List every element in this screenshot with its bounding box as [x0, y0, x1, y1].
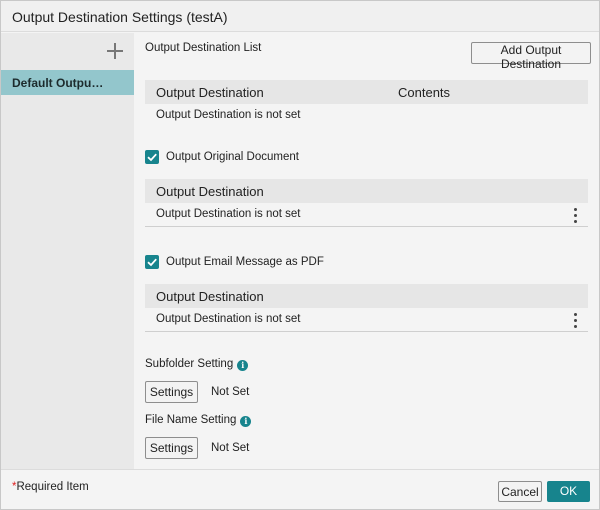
cancel-button[interactable]: Cancel — [498, 481, 542, 502]
output-email-pdf-checkbox[interactable] — [145, 255, 159, 269]
kebab-icon[interactable] — [572, 206, 580, 224]
subfolder-setting-label: Subfolder Setting — [145, 358, 234, 370]
sidebar-item-default-output[interactable]: Default Outpu… — [1, 70, 134, 95]
checkmark-icon — [147, 258, 157, 267]
settings-dialog: Output Destination Settings (testA) Defa… — [0, 0, 600, 510]
info-icon[interactable]: i — [240, 416, 252, 427]
output-destination-list-label: Output Destination List — [145, 42, 262, 54]
email-pdf-table-header: Output Destination — [145, 284, 588, 308]
required-item-note: *Required Item — [12, 481, 89, 493]
email-pdf-row-text: Output Destination is not set — [156, 313, 301, 325]
info-icon[interactable]: i — [237, 360, 249, 371]
file-name-setting-label: File Name Setting — [145, 414, 237, 426]
column-header-contents: Contents — [398, 85, 451, 100]
sidebar: Default Outpu… — [1, 33, 134, 469]
subfolder-settings-button[interactable]: Settings — [145, 381, 198, 403]
original-table-header: Output Destination — [145, 179, 588, 203]
list-table-header: Output Destination Contents — [145, 80, 588, 104]
kebab-icon[interactable] — [572, 311, 580, 329]
required-item-text: Required Item — [16, 481, 89, 493]
column-header-output-destination: Output Destination — [156, 184, 264, 199]
output-original-document-label: Output Original Document — [166, 151, 299, 163]
file-name-value: Not Set — [211, 442, 250, 454]
column-header-output-destination: Output Destination — [156, 289, 264, 304]
file-name-settings-button[interactable]: Settings — [145, 437, 198, 459]
column-header-output-destination: Output Destination — [156, 85, 264, 100]
title-bar: Output Destination Settings (testA) — [1, 1, 599, 32]
original-row-text: Output Destination is not set — [156, 208, 301, 220]
add-output-destination-button[interactable]: Add Output Destination — [471, 42, 591, 71]
subfolder-value: Not Set — [211, 386, 250, 398]
file-name-setting-heading: File Name Setting i — [145, 414, 252, 427]
plus-icon[interactable] — [105, 41, 125, 61]
original-table-row: Output Destination is not set — [145, 203, 588, 227]
subfolder-setting-heading: Subfolder Setting i — [145, 358, 249, 371]
checkmark-icon — [147, 153, 157, 162]
list-row-text: Output Destination is not set — [156, 109, 301, 121]
dialog-title: Output Destination Settings (testA) — [12, 9, 228, 25]
dialog-footer: *Required Item Cancel OK — [1, 469, 599, 509]
output-original-document-checkbox[interactable] — [145, 150, 159, 164]
email-pdf-table-row: Output Destination is not set — [145, 308, 588, 332]
sidebar-item-label: Default Outpu… — [12, 76, 104, 90]
ok-button[interactable]: OK — [547, 481, 590, 502]
list-table-row: Output Destination is not set — [145, 104, 588, 128]
output-email-pdf-label: Output Email Message as PDF — [166, 256, 324, 268]
main-panel: Output Destination List Add Output Desti… — [134, 33, 599, 469]
